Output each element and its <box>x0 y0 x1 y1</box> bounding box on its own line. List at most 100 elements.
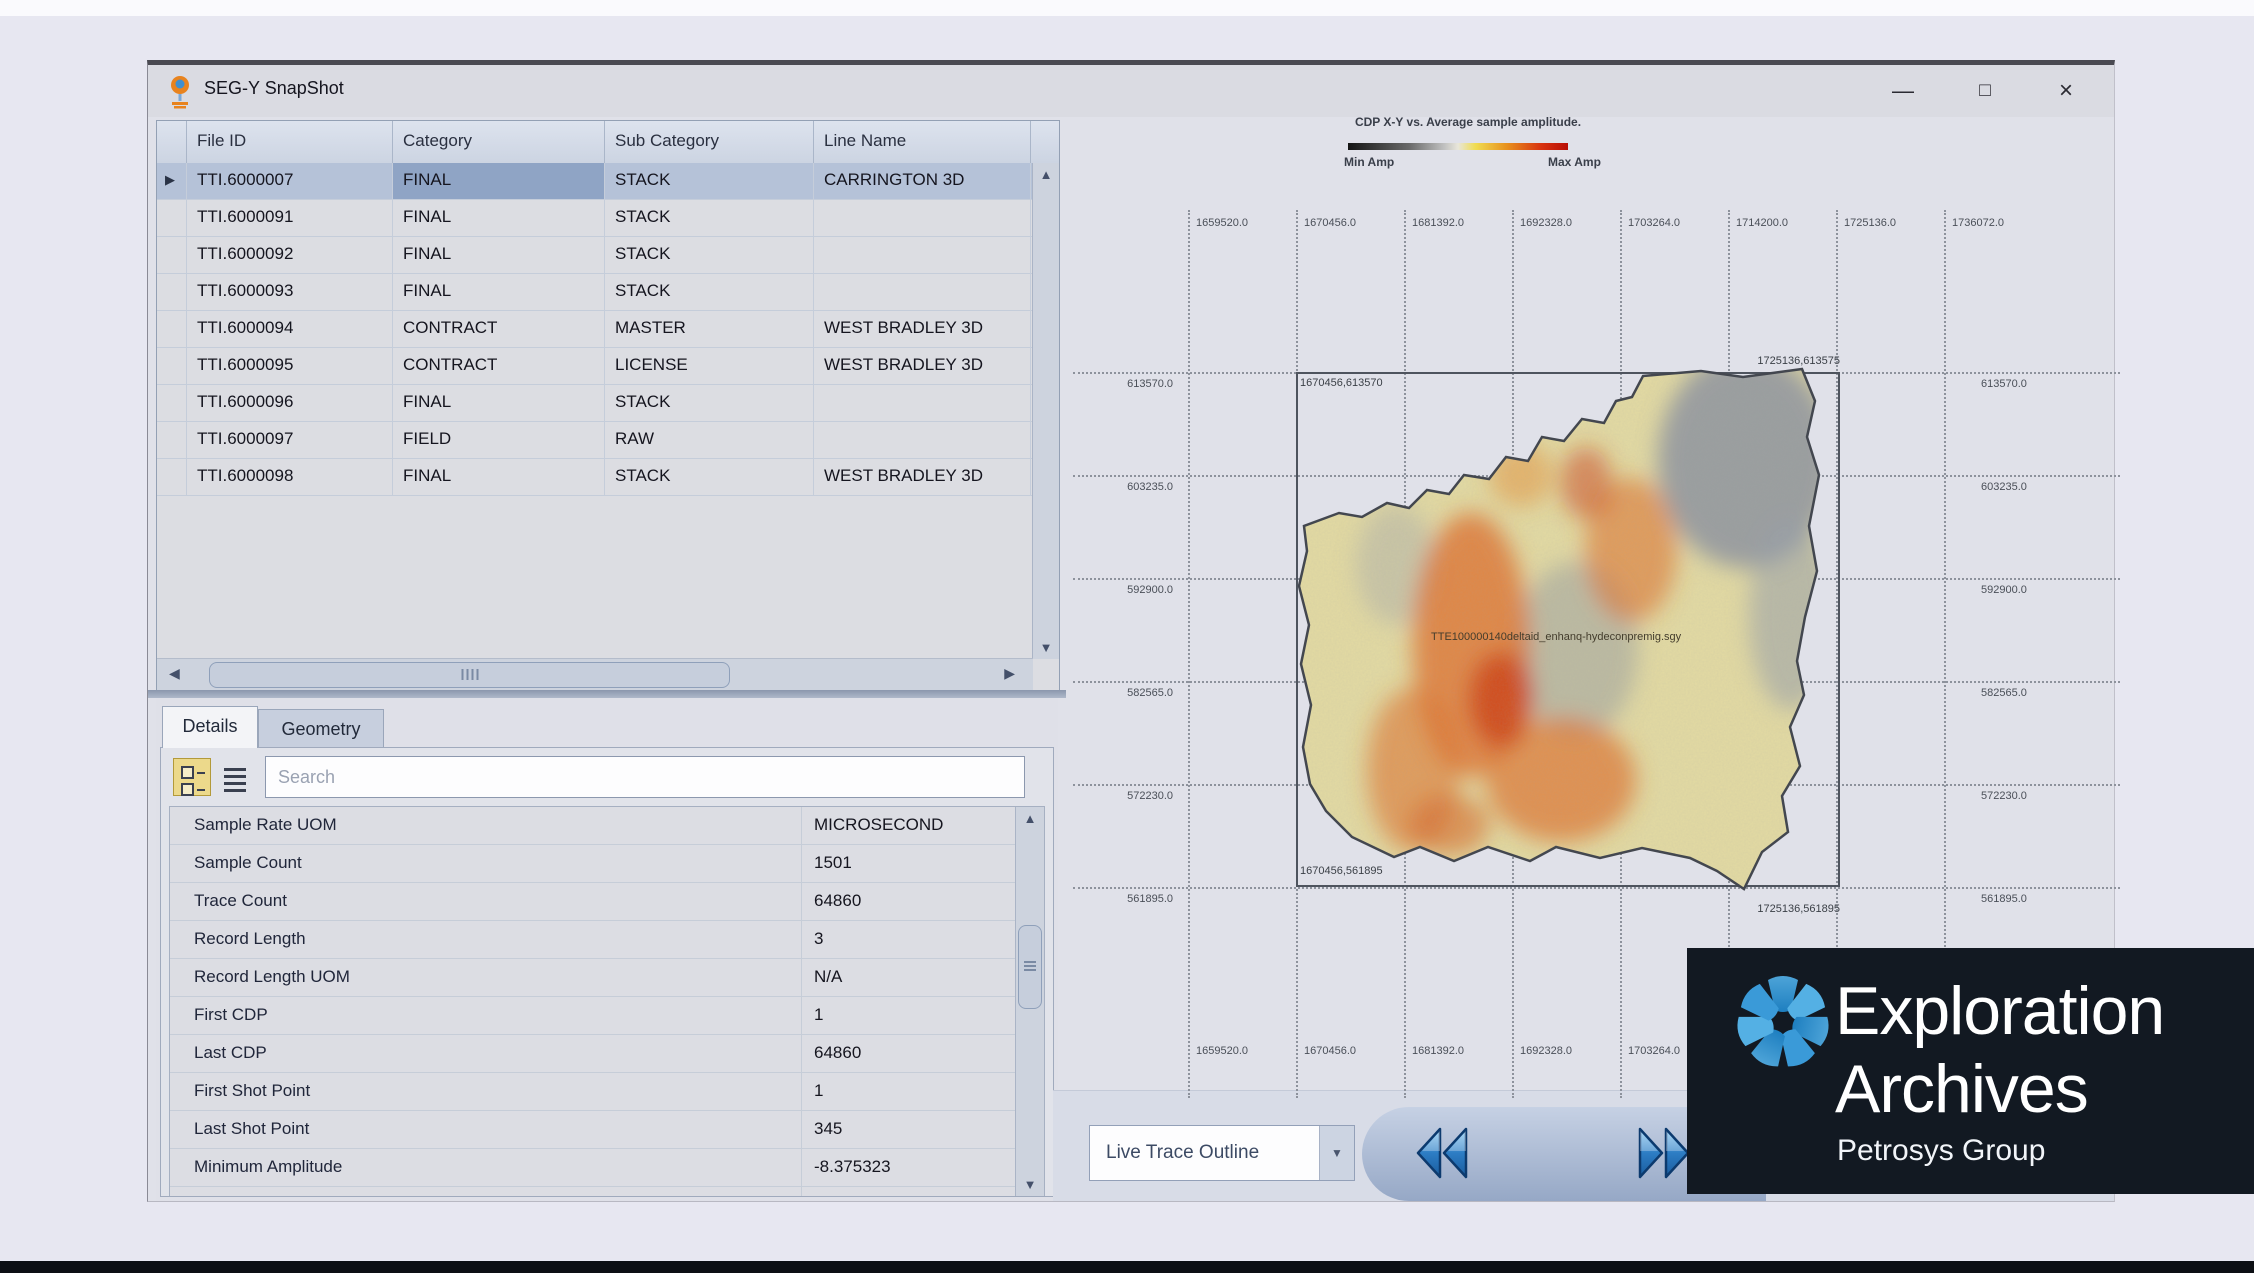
row-selector <box>157 311 187 347</box>
table-row[interactable]: TTI.6000091 FINAL STACK <box>157 200 1033 237</box>
branding-banner: Exploration Archives Petrosys Group <box>1687 948 2254 1194</box>
cell-file-id: TTI.6000097 <box>187 422 393 458</box>
cell-category: FINAL <box>393 459 605 495</box>
column-header-file-id[interactable]: File ID <box>187 121 393 163</box>
property-row[interactable]: Minimum Amplitude -8.375323 <box>170 1149 1044 1187</box>
table-horizontal-scrollbar[interactable]: ◀ ▶ <box>157 658 1033 691</box>
petrosys-pinwheel-icon <box>1733 972 1833 1072</box>
close-icon[interactable]: × <box>2049 75 2083 107</box>
property-value: 1 <box>802 1073 1044 1110</box>
list-icon <box>224 768 246 796</box>
tab-geometry[interactable]: Geometry <box>258 709 384 748</box>
cell-line-name: CARRINGTON 3D <box>814 163 1031 199</box>
row-selector-header <box>157 121 187 163</box>
property-row[interactable]: Maximum Amplitude 7.723702 <box>170 1187 1044 1196</box>
property-value: 3 <box>802 921 1044 958</box>
details-body: Sample Rate UOM MICROSECOND Sample Count… <box>160 747 1054 1197</box>
panel-splitter[interactable] <box>148 690 1066 698</box>
cell-category: FINAL <box>393 274 605 310</box>
x-tick-label: 1736072.0 <box>1952 217 2004 229</box>
property-row[interactable]: Last Shot Point 345 <box>170 1111 1044 1149</box>
table-row[interactable]: TTI.6000098 FINAL STACK WEST BRADLEY 3D <box>157 459 1033 496</box>
property-row[interactable]: First CDP 1 <box>170 997 1044 1035</box>
column-header-category[interactable]: Category <box>393 121 605 163</box>
scroll-down-icon[interactable]: ▼ <box>1033 640 1059 655</box>
categorized-icon <box>181 766 205 800</box>
property-row[interactable]: Record Length UOM N/A <box>170 959 1044 997</box>
trace-mode-combobox[interactable]: Live Trace Outline ▼ <box>1089 1125 1355 1181</box>
property-row[interactable]: Trace Count 64860 <box>170 883 1044 921</box>
property-name: First CDP <box>170 997 802 1034</box>
table-row[interactable]: TTI.6000094 CONTRACT MASTER WEST BRADLEY… <box>157 311 1033 348</box>
tab-details[interactable]: Details <box>162 706 258 748</box>
row-selector <box>157 385 187 421</box>
table-row[interactable]: ▶ TTI.6000007 FINAL STACK CARRINGTON 3D <box>157 163 1033 200</box>
property-value: 1501 <box>802 845 1044 882</box>
cell-line-name <box>814 385 1031 421</box>
x-tick-label: 1681392.0 <box>1412 1045 1464 1057</box>
hscroll-thumb[interactable] <box>209 662 730 688</box>
scroll-right-icon[interactable]: ▶ <box>1004 665 1015 682</box>
property-grid: Sample Rate UOM MICROSECOND Sample Count… <box>169 806 1045 1196</box>
file-table-header: File ID Category Sub Category Line Name <box>157 121 1059 164</box>
cell-line-name: WEST BRADLEY 3D <box>814 348 1031 384</box>
x-tick-label: 1681392.0 <box>1412 217 1464 229</box>
property-toolbar <box>169 756 1045 800</box>
column-header-line-name[interactable]: Line Name <box>814 121 1031 163</box>
chevron-down-icon[interactable]: ▼ <box>1319 1126 1354 1180</box>
amplitude-colorbar <box>1348 143 1568 150</box>
table-row[interactable]: TTI.6000096 FINAL STACK <box>157 385 1033 422</box>
branding-line2: Archives <box>1835 1050 2088 1128</box>
cell-file-id: TTI.6000007 <box>187 163 393 199</box>
alphabetical-view-button[interactable] <box>217 758 255 796</box>
minimize-icon[interactable]: — <box>1886 75 1920 107</box>
scroll-down-icon[interactable]: ▼ <box>1016 1177 1044 1192</box>
cell-category: CONTRACT <box>393 311 605 347</box>
scroll-up-icon[interactable]: ▲ <box>1033 167 1059 182</box>
maximize-icon[interactable]: □ <box>1968 75 2002 107</box>
property-row[interactable]: First Shot Point 1 <box>170 1073 1044 1111</box>
cell-line-name <box>814 237 1031 273</box>
x-tick-label: 1714200.0 <box>1736 217 1788 229</box>
x-tick-label: 1659520.0 <box>1196 217 1248 229</box>
property-row[interactable]: Sample Rate UOM MICROSECOND <box>170 807 1044 845</box>
property-row[interactable]: Record Length 3 <box>170 921 1044 959</box>
y-tick-label: 613570.0 <box>1083 378 1173 390</box>
title-bar[interactable]: SEG-Y SnapShot — □ × <box>148 65 2114 117</box>
y-tick-label: 592900.0 <box>1981 584 2027 596</box>
x-tick-label: 1725136.0 <box>1844 217 1896 229</box>
property-name: Last CDP <box>170 1035 802 1072</box>
cell-category: FINAL <box>393 237 605 273</box>
property-name: Record Length UOM <box>170 959 802 996</box>
previous-trace-button[interactable] <box>1410 1121 1474 1185</box>
vscroll-thumb[interactable] <box>1018 925 1042 1009</box>
cell-sub-category: LICENSE <box>605 348 814 384</box>
property-row[interactable]: Sample Count 1501 <box>170 845 1044 883</box>
propgrid-vertical-scrollbar[interactable]: ▲ ▼ <box>1015 807 1044 1196</box>
cell-file-id: TTI.6000093 <box>187 274 393 310</box>
branding-line3: Petrosys Group <box>1837 1134 2045 1168</box>
map-gridline-vertical <box>1188 210 1190 1098</box>
cell-sub-category: STACK <box>605 163 814 199</box>
table-row[interactable]: TTI.6000095 CONTRACT LICENSE WEST BRADLE… <box>157 348 1033 385</box>
table-vertical-scrollbar[interactable]: ▲ ▼ <box>1032 163 1059 659</box>
table-row[interactable]: TTI.6000097 FIELD RAW <box>157 422 1033 459</box>
table-row[interactable]: TTI.6000093 FINAL STACK <box>157 274 1033 311</box>
cell-line-name <box>814 422 1031 458</box>
property-name: First Shot Point <box>170 1073 802 1110</box>
property-value: 64860 <box>802 883 1044 920</box>
table-row[interactable]: TTI.6000092 FINAL STACK <box>157 237 1033 274</box>
y-tick-label: 582565.0 <box>1083 687 1173 699</box>
cell-category: CONTRACT <box>393 348 605 384</box>
y-tick-label: 572230.0 <box>1981 790 2027 802</box>
categorized-view-button[interactable] <box>173 758 211 796</box>
scroll-up-icon[interactable]: ▲ <box>1016 811 1044 826</box>
column-header-sub-category[interactable]: Sub Category <box>605 121 814 163</box>
property-row[interactable]: Last CDP 64860 <box>170 1035 1044 1073</box>
scroll-left-icon[interactable]: ◀ <box>169 665 180 682</box>
survey-file-label: TTE100000140deltaid_enhanq-hydeconpremig… <box>1431 631 1681 643</box>
details-panel: Details Geometry <box>156 698 1058 1201</box>
property-name: Last Shot Point <box>170 1111 802 1148</box>
search-input[interactable] <box>265 756 1025 798</box>
x-tick-label: 1670456.0 <box>1304 1045 1356 1057</box>
